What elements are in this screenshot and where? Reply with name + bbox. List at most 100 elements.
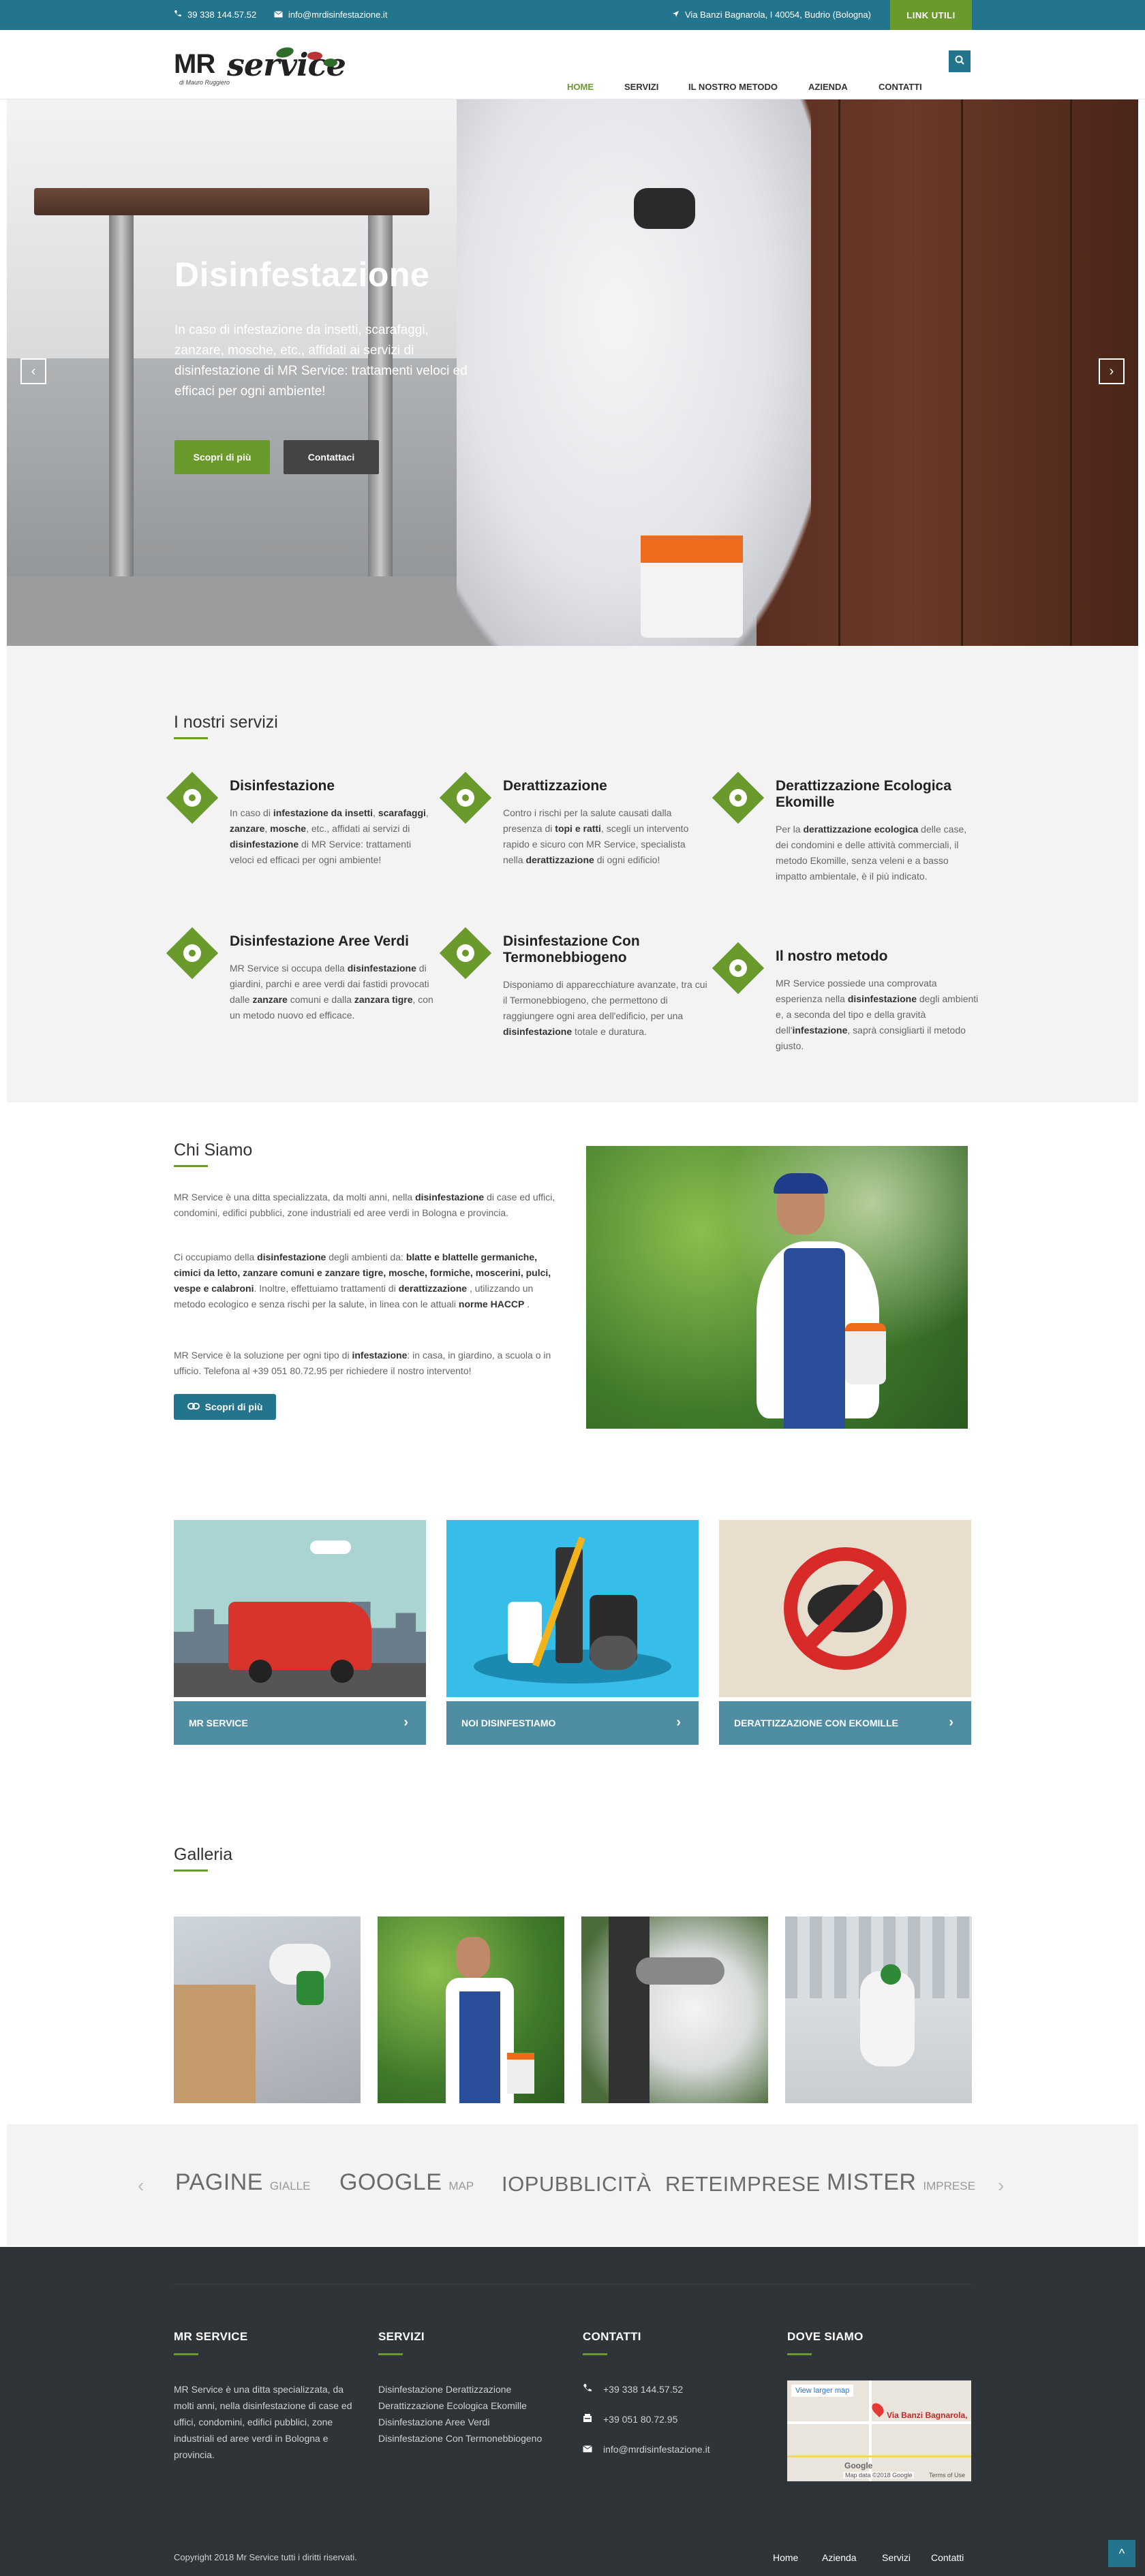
service-title: Il nostro metodo xyxy=(776,948,888,964)
gallery-image[interactable] xyxy=(174,1917,361,2103)
search-button[interactable] xyxy=(949,50,971,72)
footer-phone-1[interactable]: +39 338 144.57.52 xyxy=(583,2381,767,2397)
hero-contattaci-button[interactable]: Contattaci xyxy=(284,440,379,474)
header: MR service di Mauro Ruggiero HOME SERVIZ… xyxy=(0,30,1145,99)
gallery-image[interactable] xyxy=(785,1917,972,2103)
nav-home[interactable]: HOME xyxy=(567,82,594,92)
partner-logo[interactable]: IOPUBBLICITÀ xyxy=(502,2172,652,2197)
cloud xyxy=(310,1540,351,1554)
chi-siamo-title: Chi Siamo xyxy=(174,1140,252,1167)
footer-title: DOVE SIAMO xyxy=(787,2330,864,2343)
worker-overalls xyxy=(784,1248,845,1429)
footer-link-servizi[interactable]: Servizi xyxy=(882,2552,911,2563)
footer-link-azienda[interactable]: Azienda xyxy=(822,2552,857,2563)
nav-contatti[interactable]: CONTATTI xyxy=(879,82,922,92)
partner-sub: MAP xyxy=(448,2179,474,2192)
chevron-right-icon[interactable]: › xyxy=(998,2175,1004,2197)
topbar-email[interactable]: info@mrdisinfestazione.it xyxy=(274,10,387,20)
partner-name: PAGINE xyxy=(175,2169,263,2195)
card-label[interactable]: DERATTIZZAZIONE CON EKOMILLE › xyxy=(719,1701,971,1745)
chevron-left-icon[interactable]: ‹ xyxy=(20,358,46,384)
suited-worker xyxy=(860,1971,915,2066)
topbar-address-text: Via Banzi Bagnarola, I 40054, Budrio (Bo… xyxy=(685,10,871,20)
logo[interactable]: MR service di Mauro Ruggiero xyxy=(174,45,346,86)
card-derattizzazione[interactable]: DERATTIZZAZIONE CON EKOMILLE › xyxy=(719,1520,971,1745)
nav-azienda[interactable]: AZIENDA xyxy=(808,82,848,92)
footer-title-underline xyxy=(583,2353,607,2355)
footer-link-contatti[interactable]: Contatti xyxy=(931,2552,964,2563)
worker-sprayer xyxy=(845,1323,886,1384)
partner-logo[interactable]: GOOGLE MAP xyxy=(339,2169,474,2196)
partner-logo[interactable]: PAGINE GIALLE xyxy=(175,2169,310,2196)
card-label[interactable]: NOI DISINFESTIAMO › xyxy=(446,1701,699,1745)
chevron-left-icon[interactable]: ‹ xyxy=(138,2175,144,2197)
service-title: Disinfestazione Aree Verdi xyxy=(230,933,409,949)
hero-title: Disinfestazione xyxy=(174,255,430,294)
partner-name: MISTER xyxy=(827,2169,917,2195)
hero-bg-window xyxy=(7,99,484,358)
service-text: In caso di infestazione da insetti, scar… xyxy=(230,807,429,865)
topbar-email-text: info@mrdisinfestazione.it xyxy=(288,10,388,20)
footer-service-link[interactable]: Disinfestazione Aree Verdi xyxy=(378,2417,489,2427)
footer-link-home[interactable]: Home xyxy=(773,2552,798,2563)
footer-contacts: +39 338 144.57.52 +39 051 80.72.95 info@… xyxy=(583,2381,767,2457)
back-to-top-button[interactable]: ^ xyxy=(1108,2540,1135,2567)
nav-servizi[interactable]: SERVIZI xyxy=(624,82,658,92)
card-mr-service[interactable]: MR SERVICE › xyxy=(174,1520,426,1745)
cabinet-line xyxy=(961,99,963,646)
footer-servizi-list: Disinfestazione Derattizzazione Derattiz… xyxy=(378,2381,562,2447)
service-text: Contro i rischi per la salute causati da… xyxy=(503,807,689,865)
services-title-text: I nostri servizi xyxy=(174,713,278,732)
chi-siamo-paragraph: MR Service è la soluzione per ogni tipo … xyxy=(174,1350,551,1376)
hero-scopri-button[interactable]: Scopri di più xyxy=(174,440,270,474)
map-view-larger-link[interactable]: View larger map xyxy=(791,2385,854,2397)
title-underline xyxy=(174,1165,208,1167)
mail-icon xyxy=(274,10,283,20)
partner-name: RETEIMPRESE xyxy=(665,2172,821,2196)
hero-sprayer xyxy=(641,536,743,638)
topbar-phone[interactable]: 39 338 144.57.52 xyxy=(174,10,256,20)
fogger-machine xyxy=(636,1957,724,1985)
chi-siamo-section: Chi Siamo MR Service è una ditta special… xyxy=(0,1104,1145,1499)
topbar-address: Via Banzi Bagnarola, I 40054, Budrio (Bo… xyxy=(672,10,871,20)
nav-il-nostro-metodo[interactable]: IL NOSTRO METODO xyxy=(688,82,778,92)
chevron-right-icon: › xyxy=(949,1715,953,1730)
card-label[interactable]: MR SERVICE › xyxy=(174,1701,426,1745)
chevron-right-icon: › xyxy=(676,1715,681,1730)
galleria-title: Galleria xyxy=(174,1845,232,1872)
partner-sub: GIALLE xyxy=(269,2179,311,2192)
spray-gun xyxy=(296,1971,324,2005)
link-utili-button[interactable]: LINK UTILI xyxy=(890,0,972,30)
partner-logo[interactable]: MISTER IMPRESE xyxy=(827,2169,975,2196)
logo-bug-icon xyxy=(307,52,322,60)
chevron-right-icon[interactable]: › xyxy=(1099,358,1125,384)
footer-map[interactable]: View larger map Via Banzi Bagnarola, Goo… xyxy=(787,2380,971,2481)
footer-phone-2[interactable]: +39 051 80.72.95 xyxy=(583,2411,767,2427)
chi-siamo-paragraph: MR Service è una ditta specializzata, da… xyxy=(174,1192,555,1218)
map-terms-link[interactable]: Terms of Use xyxy=(929,2472,965,2479)
partner-logo[interactable]: RETEIMPRESE xyxy=(665,2172,821,2197)
footer-email[interactable]: info@mrdisinfestazione.it xyxy=(583,2441,767,2457)
footer-col-about: MR SERVICE MR Service è una ditta specia… xyxy=(174,2330,358,2463)
footer-service-link[interactable]: Disinfestazione xyxy=(378,2384,443,2395)
fogger-operator xyxy=(609,1917,650,2103)
logo-mr: MR xyxy=(174,49,215,79)
card-image xyxy=(174,1520,426,1697)
chi-siamo-paragraph: Ci occupiamo della disinfestazione degli… xyxy=(174,1252,551,1309)
van-wheel xyxy=(331,1660,354,1683)
card-noi-disinfestiamo[interactable]: NOI DISINFESTIAMO › xyxy=(446,1520,699,1745)
chi-siamo-scopri-button[interactable]: Scopri di più xyxy=(174,1394,276,1420)
logo-bug-icon xyxy=(324,59,337,67)
map-pin-icon xyxy=(869,2400,887,2418)
footer-service-link[interactable]: Derattizzazione Ecologica Ekomille xyxy=(378,2400,527,2411)
footer-service-link[interactable]: Derattizzazione xyxy=(446,2384,512,2395)
fax-icon xyxy=(583,2411,592,2427)
footer-service-link[interactable]: Disinfestazione Con Termonebbiogeno xyxy=(378,2433,542,2444)
gallery-image[interactable] xyxy=(378,1917,564,2103)
worker-cap xyxy=(774,1173,828,1194)
gallery-image[interactable] xyxy=(581,1917,768,2103)
service-title: Derattizzazione Ecologica Ekomille xyxy=(776,778,951,810)
service-text: MR Service si occupa della disinfestazio… xyxy=(230,963,433,1021)
card-image xyxy=(719,1520,971,1697)
top-bar: 39 338 144.57.52 info@mrdisinfestazione.… xyxy=(0,0,1145,30)
